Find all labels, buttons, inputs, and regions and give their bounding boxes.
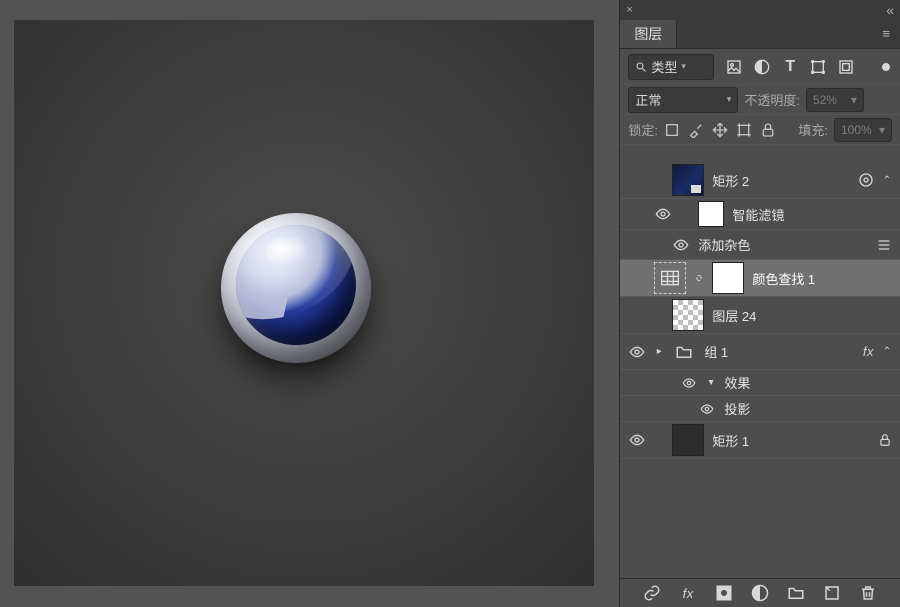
visibility-toggle[interactable] xyxy=(672,236,690,254)
document-canvas[interactable] xyxy=(0,0,619,607)
filter-type-icon[interactable]: T xyxy=(780,57,800,77)
layer-thumbnail[interactable] xyxy=(672,424,704,456)
lock-brush-icon[interactable] xyxy=(688,122,704,138)
visibility-toggle[interactable] xyxy=(628,269,646,287)
layers-list: 矩形 2 ⌃ 智能滤镜 添加杂色 xyxy=(620,162,900,579)
artboard xyxy=(14,20,594,586)
fill-input[interactable]: 100% ▾ xyxy=(834,118,892,142)
layer-name: 颜色查找 1 xyxy=(752,269,892,288)
lock-pixels-icon[interactable] xyxy=(664,122,680,138)
layer-filter-icons: T xyxy=(724,57,856,77)
lock-artboard-icon[interactable] xyxy=(736,122,752,138)
layers-footer: fx xyxy=(620,578,900,607)
visibility-toggle[interactable] xyxy=(628,431,646,449)
smart-object-icon xyxy=(858,172,874,188)
visibility-toggle[interactable] xyxy=(628,306,646,324)
panel-menu-icon[interactable]: ≡ xyxy=(872,20,900,48)
expand-toggle[interactable]: ▸ xyxy=(706,378,717,388)
chevron-down-icon: ▾ xyxy=(727,94,732,105)
layer-rect1[interactable]: 矩形 1 xyxy=(620,422,900,459)
artwork-sphere xyxy=(221,213,371,363)
layer-style-button[interactable]: fx xyxy=(679,584,697,602)
fill-value: 100% xyxy=(841,123,872,137)
blend-row: 正常 ▾ 不透明度: 52% ▾ xyxy=(620,85,900,115)
visibility-toggle[interactable] xyxy=(698,400,716,418)
filter-shape-icon[interactable] xyxy=(808,57,828,77)
layer-name: 组 1 xyxy=(704,342,855,361)
visibility-toggle[interactable] xyxy=(654,205,672,223)
filter-pixel-icon[interactable] xyxy=(724,57,744,77)
tab-layers[interactable]: 图层 xyxy=(620,20,677,48)
close-panel-icon[interactable]: × xyxy=(626,4,632,16)
chevron-down-icon: ▾ xyxy=(851,93,857,107)
fx-badge: fx xyxy=(863,344,874,359)
layer-group1-dropshadow[interactable]: 投影 xyxy=(620,396,900,422)
visibility-toggle[interactable] xyxy=(628,343,646,361)
layer-name: 矩形 1 xyxy=(712,431,870,450)
add-mask-button[interactable] xyxy=(715,584,733,602)
filter-mask-thumbnail[interactable] xyxy=(698,201,724,227)
layer-name: 添加杂色 xyxy=(698,235,868,254)
fill-label: 填充: xyxy=(798,120,828,139)
chevron-down-icon: ▾ xyxy=(879,123,885,137)
lock-icons xyxy=(664,122,776,138)
panel-tabs: 图层 ≡ xyxy=(620,20,900,49)
layer-name: 智能滤镜 xyxy=(732,205,892,224)
layer-addnoise[interactable]: 添加杂色 xyxy=(620,230,900,260)
blend-mode-select[interactable]: 正常 ▾ xyxy=(628,87,738,113)
layer-group1[interactable]: ▸ 组 1 fx ⌃ xyxy=(620,334,900,370)
layer-filter-row: 类型 ▾ T xyxy=(620,49,900,85)
layers-panel: × « 图层 ≡ 类型 ▾ T xyxy=(619,0,900,607)
layer-mask-thumbnail[interactable] xyxy=(712,262,744,294)
panel-options-icon[interactable]: « xyxy=(886,2,894,18)
folder-icon xyxy=(672,342,696,362)
opacity-label: 不透明度: xyxy=(744,90,800,109)
layer-filter-type-select[interactable]: 类型 ▾ xyxy=(628,54,714,80)
adjustment-thumbnail[interactable] xyxy=(654,262,686,294)
lock-row: 锁定: 填充: 100% ▾ xyxy=(620,115,900,145)
panel-chrome: × « xyxy=(620,0,900,20)
visibility-toggle[interactable] xyxy=(680,374,698,392)
layer-group1-effects[interactable]: ▸ 效果 xyxy=(620,370,900,396)
chevron-down-icon: ▾ xyxy=(681,61,686,72)
layer-smartfilters[interactable]: 智能滤镜 xyxy=(620,199,900,230)
opacity-value: 52% xyxy=(813,93,837,107)
lock-all-icon[interactable] xyxy=(760,122,776,138)
blend-mode-value: 正常 xyxy=(635,90,661,109)
filter-smart-icon[interactable] xyxy=(836,57,856,77)
visibility-toggle[interactable] xyxy=(628,171,646,189)
delete-layer-button[interactable] xyxy=(859,584,877,602)
link-layers-button[interactable] xyxy=(643,584,661,602)
filter-blend-icon[interactable] xyxy=(876,237,892,253)
layer-24[interactable]: 图层 24 xyxy=(620,297,900,334)
layer-name: 投影 xyxy=(724,399,892,418)
layer-name: 效果 xyxy=(724,373,892,392)
mask-link-icon[interactable] xyxy=(694,271,704,285)
layer-thumbnail[interactable] xyxy=(672,164,704,196)
layer-name: 图层 24 xyxy=(712,306,892,325)
new-adjustment-button[interactable] xyxy=(751,584,769,602)
lock-label: 锁定: xyxy=(628,120,658,139)
filter-toggle-icon[interactable] xyxy=(882,63,890,71)
expand-toggle[interactable]: ▸ xyxy=(654,346,664,357)
layer-filter-type-label: 类型 xyxy=(651,57,677,76)
layer-colorlookup[interactable]: 颜色查找 1 xyxy=(620,260,900,297)
collapse-toggle[interactable]: ⌃ xyxy=(882,175,892,186)
opacity-input[interactable]: 52% ▾ xyxy=(806,88,864,112)
app-root: × « 图层 ≡ 类型 ▾ T xyxy=(0,0,900,607)
lock-icon xyxy=(878,433,892,447)
layer-rect2[interactable]: 矩形 2 ⌃ xyxy=(620,162,900,199)
filter-adjust-icon[interactable] xyxy=(752,57,772,77)
collapse-toggle[interactable]: ⌃ xyxy=(882,346,892,357)
layer-thumbnail[interactable] xyxy=(672,299,704,331)
new-group-button[interactable] xyxy=(787,584,805,602)
new-layer-button[interactable] xyxy=(823,584,841,602)
layer-name: 矩形 2 xyxy=(712,171,850,190)
search-icon xyxy=(635,61,647,73)
lock-move-icon[interactable] xyxy=(712,122,728,138)
